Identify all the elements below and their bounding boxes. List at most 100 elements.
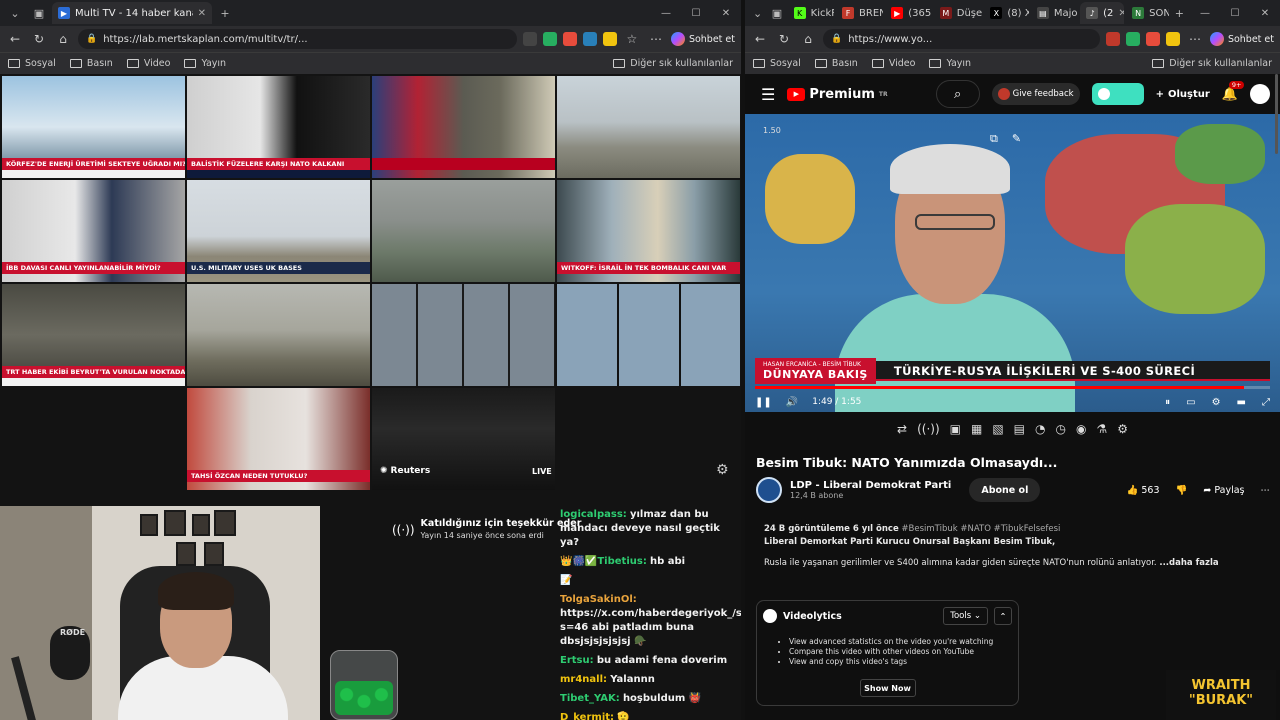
close-window-icon[interactable]: ✕ — [711, 8, 741, 19]
show-more-link[interactable]: ...daha fazla — [1159, 558, 1218, 568]
channel-name[interactable]: LDP - Liberal Demokrat Parti — [790, 480, 951, 491]
tab-major[interactable]: ▤ Major — [1031, 2, 1078, 24]
copilot-button[interactable]: Sohbet et — [1209, 32, 1274, 46]
more-icon[interactable]: ⋯ — [1186, 30, 1204, 48]
miniplayer-icon[interactable]: ⧉ — [990, 132, 998, 146]
tab-close-icon[interactable]: ✕ — [198, 8, 206, 19]
tv-feed[interactable] — [372, 284, 555, 386]
chat-username[interactable]: logicalpass: — [560, 509, 627, 520]
search-icon[interactable]: ⌕ — [935, 80, 980, 108]
maximize-icon[interactable]: ☐ — [1220, 8, 1250, 19]
settings-icon[interactable]: ⚙ — [1117, 422, 1128, 436]
subscribe-button[interactable]: Abone ol — [969, 478, 1041, 502]
more-actions-icon[interactable]: ⋯ — [1261, 485, 1271, 496]
tv-feed[interactable] — [557, 284, 740, 386]
extension-icon[interactable] — [542, 32, 557, 46]
video-description[interactable]: 24 B görüntüleme 6 yıl önce #BesimTibuk … — [756, 520, 1270, 592]
other-bookmarks[interactable]: Diğer sık kullanılanlar — [613, 58, 733, 69]
like-button[interactable]: 👍 563 — [1126, 485, 1159, 496]
dislike-icon[interactable]: 👎 — [1176, 485, 1188, 496]
chat-username[interactable]: mr4nall: — [560, 674, 607, 685]
bookmark-folder[interactable]: Sosyal — [753, 58, 801, 69]
share-button[interactable]: ➦ Paylaş — [1203, 485, 1244, 496]
notifications-bell-icon[interactable]: 🔔 9+ — [1222, 80, 1245, 102]
speedometer-icon[interactable]: ◔ — [1035, 422, 1045, 436]
collapse-chevron-up-icon[interactable]: ⌃ — [994, 607, 1012, 625]
extension-icon[interactable] — [1145, 32, 1160, 46]
give-feedback-button[interactable]: Give feedback — [991, 83, 1080, 105]
tab-youtube-365[interactable]: ▶ (365) — [885, 2, 932, 24]
tab-close-icon[interactable]: ✕ — [1118, 8, 1124, 19]
chat-username[interactable]: Ertsu: — [560, 655, 594, 666]
tab-actions-icon[interactable]: ⌄ — [749, 2, 766, 24]
tab-duser[interactable]: M Düşer — [934, 2, 982, 24]
bookmark-folder[interactable]: Basın — [69, 58, 113, 69]
screenshot-icon[interactable]: ◉ — [1076, 422, 1086, 436]
tab-actions-icon[interactable]: ⌄ — [4, 2, 26, 24]
extension-icon[interactable] — [582, 32, 597, 46]
chat-username[interactable]: Tibetius: — [597, 556, 646, 567]
extension-icon[interactable] — [1105, 32, 1120, 46]
frames-icon[interactable]: ▤ — [1014, 422, 1025, 436]
tab-bren[interactable]: F BREN — [836, 2, 883, 24]
tv-feed[interactable]: U.S. MILITARY USES UK BASES — [187, 180, 370, 282]
bookmark-folder[interactable]: Yayın — [184, 58, 226, 69]
progress-bar[interactable] — [755, 386, 1270, 389]
show-now-button[interactable]: Show Now — [859, 679, 916, 697]
create-button[interactable]: + Oluştur — [1156, 89, 1210, 100]
subtitles-icon[interactable]: ▭ — [1186, 397, 1195, 408]
menu-icon[interactable]: ☰ — [761, 85, 775, 104]
minimize-icon[interactable]: — — [1190, 8, 1220, 19]
video-player[interactable]: 1.50 ⧉ ✎ HASAN ERCANİCA - BESİM TİBUK DÜ… — [745, 114, 1280, 412]
channel-avatar[interactable] — [756, 477, 782, 503]
bookmark-folder[interactable]: Basın — [814, 58, 858, 69]
minimize-icon[interactable]: — — [651, 8, 681, 19]
reload-icon[interactable]: ↻ — [30, 30, 48, 48]
film-icon[interactable]: ▦ — [971, 422, 982, 436]
copilot-button[interactable]: Sohbet et — [670, 32, 735, 46]
autoplay-icon[interactable]: ⏸ — [1165, 397, 1170, 408]
close-window-icon[interactable]: ✕ — [1250, 8, 1280, 19]
tv-feed[interactable]: İBB DAVASI CANLI YAYINLANABİLİR MİYDİ? — [2, 180, 185, 282]
pause-icon[interactable]: ❚❚ — [755, 397, 772, 408]
favorites-icon[interactable]: ☆ — [623, 30, 641, 48]
picture-icon[interactable]: ▧ — [992, 422, 1003, 436]
tv-feed[interactable]: TRT HABER EKİBİ BEYRUT'TA VURULAN NOKTAD… — [2, 284, 185, 386]
bookmark-folder[interactable]: Sosyal — [8, 58, 56, 69]
extension-icon[interactable] — [1165, 32, 1180, 46]
new-tab-icon[interactable]: + — [1171, 2, 1188, 24]
tab-son[interactable]: N SON — [1126, 2, 1169, 24]
back-icon[interactable]: ← — [6, 30, 24, 48]
maximize-icon[interactable]: ☐ — [681, 8, 711, 19]
tv-feed[interactable] — [372, 180, 555, 282]
hashtags[interactable]: #BesimTibuk #NATO #TibukFelsefesi — [901, 524, 1060, 534]
loop-icon[interactable]: ⇄ — [897, 422, 907, 436]
bookmark-folder[interactable]: Video — [126, 58, 170, 69]
new-tab-icon[interactable]: + — [214, 2, 236, 24]
tab-x[interactable]: X (8) X — [984, 2, 1029, 24]
fullscreen-icon[interactable]: ⤢ — [1262, 397, 1270, 408]
tab-multitv[interactable]: ▶ Multi TV - 14 haber kanalını aynı a ✕ — [52, 2, 212, 24]
workspaces-icon[interactable]: ▣ — [768, 2, 785, 24]
tv-feed[interactable] — [187, 284, 370, 386]
settings-icon[interactable]: ⚙ — [1212, 397, 1221, 408]
tv-feed[interactable]: TAHSİ ÖZCAN NEDEN TUTUKLU? — [187, 388, 370, 490]
volume-icon[interactable]: 🔊 — [786, 397, 798, 408]
extension-toggle[interactable] — [1091, 83, 1144, 105]
cinema-icon[interactable]: ▣ — [950, 422, 961, 436]
flask-icon[interactable]: ⚗ — [1096, 422, 1107, 436]
back-icon[interactable]: ← — [751, 30, 769, 48]
url-field[interactable]: 🔒 https://lab.mertskaplan.com/multitv/tr… — [78, 29, 517, 49]
scrollbar[interactable] — [1275, 74, 1278, 154]
tab-kick[interactable]: K KickP — [788, 2, 834, 24]
settings-gear-icon[interactable]: ⚙ — [716, 462, 729, 478]
extension-icon[interactable] — [562, 32, 577, 46]
extension-icon[interactable] — [1125, 32, 1140, 46]
theater-icon[interactable]: ▬ — [1237, 397, 1246, 408]
bookmark-folder[interactable]: Video — [871, 58, 915, 69]
account-avatar[interactable] — [1250, 84, 1270, 104]
tv-feed[interactable] — [372, 76, 555, 178]
tv-feed[interactable] — [557, 76, 740, 178]
tab-youtube-active[interactable]: ♪ (2 ✕ — [1080, 2, 1125, 24]
more-icon[interactable]: ⋯ — [647, 30, 665, 48]
